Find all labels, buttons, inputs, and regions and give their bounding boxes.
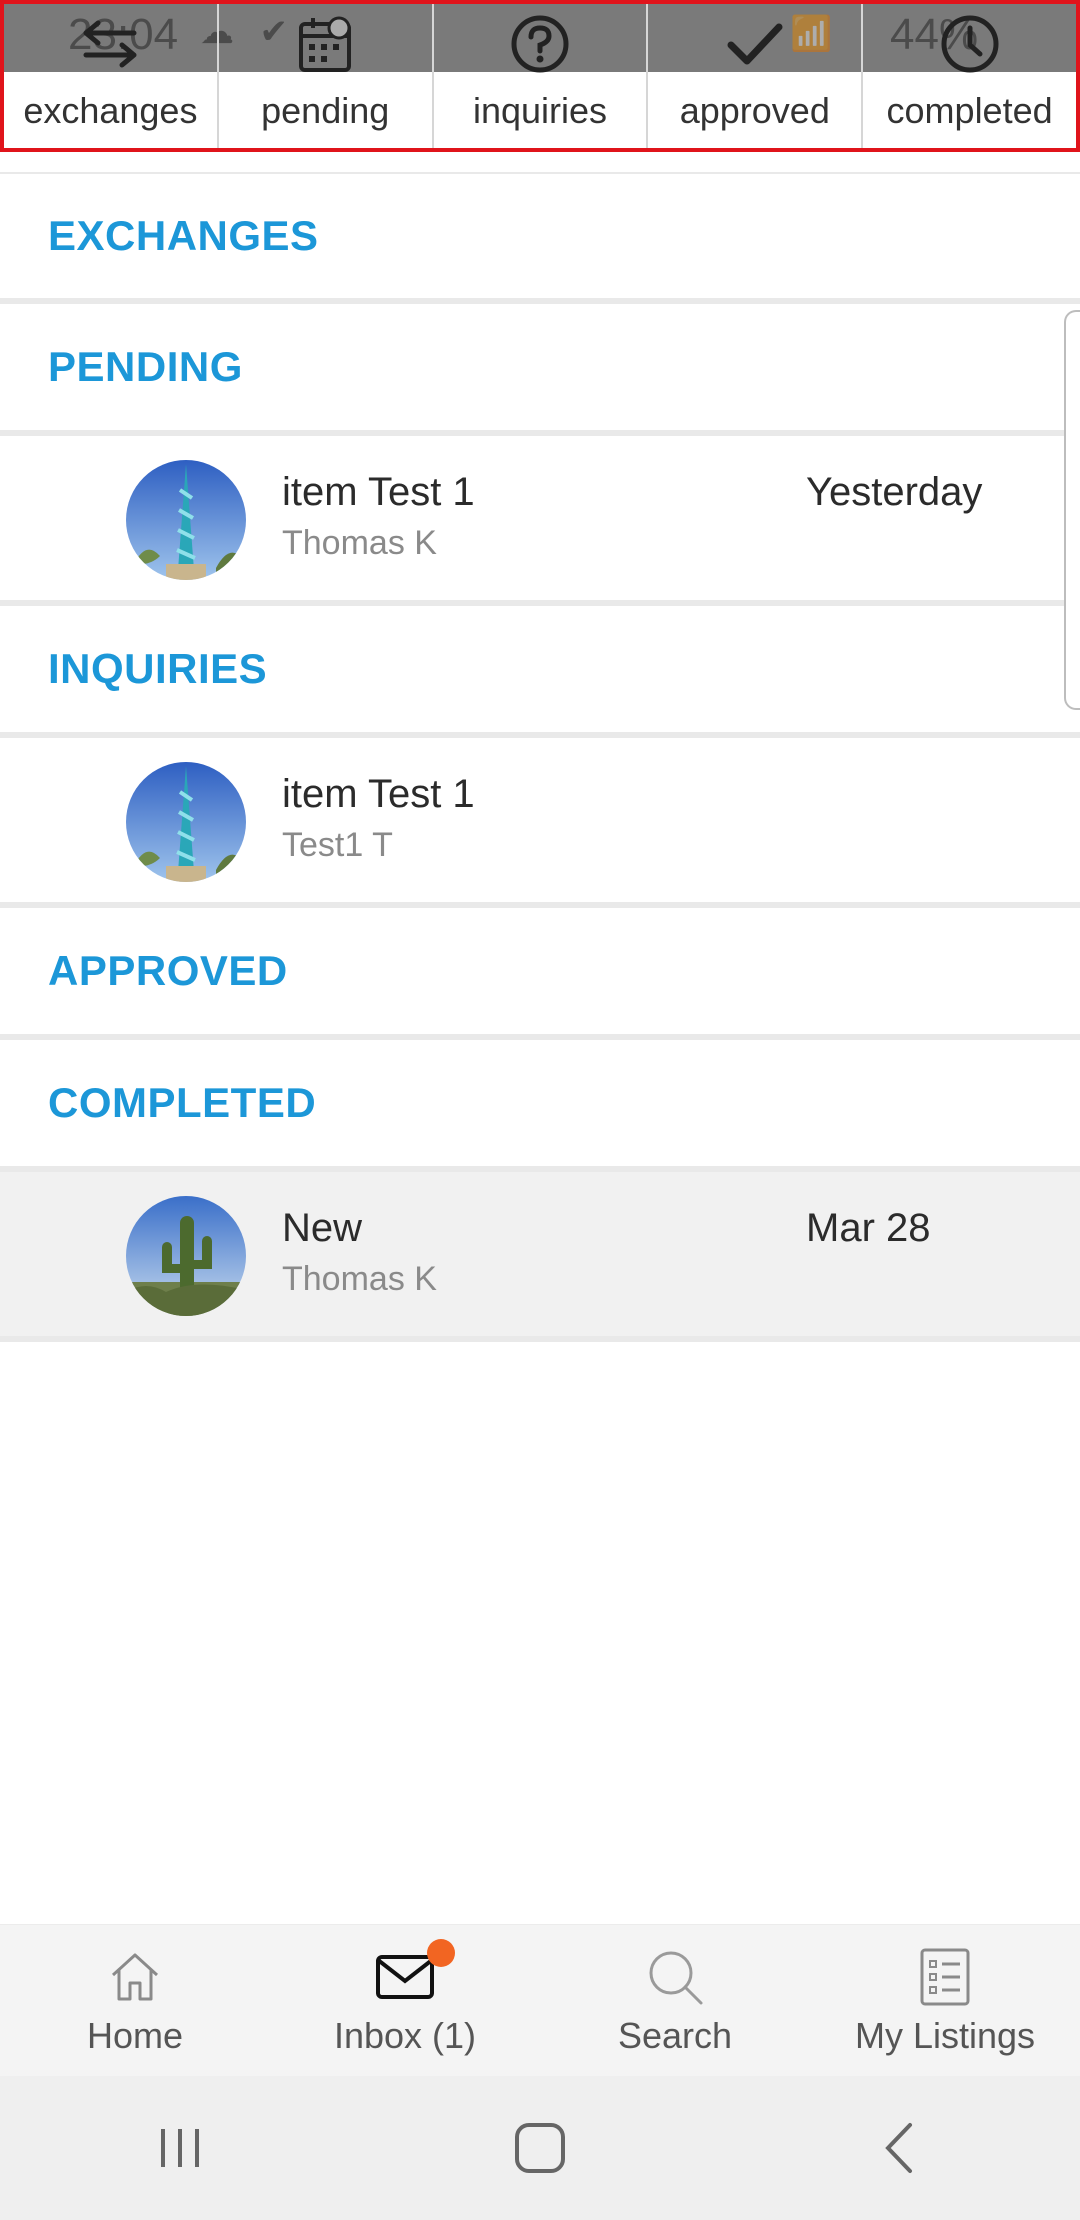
section-header-exchanges[interactable]: EXCHANGES xyxy=(0,172,1080,304)
back-button[interactable] xyxy=(855,2103,945,2193)
item-date: Yesterday xyxy=(806,470,983,514)
inbox-list: EXCHANGES PENDING item Test 1 Thomas K Y… xyxy=(0,172,1080,1342)
section-header-inquiries[interactable]: INQUIRIES xyxy=(0,606,1080,738)
section-header-completed[interactable]: COMPLETED xyxy=(0,1040,1080,1172)
calendar-clock-icon xyxy=(295,14,355,74)
system-navigation-bar xyxy=(0,2076,1080,2220)
home-icon xyxy=(103,1947,167,2007)
recent-apps-button[interactable] xyxy=(135,2103,225,2193)
tab-completed[interactable]: completed xyxy=(863,4,1076,148)
tab-inquiries[interactable]: inquiries xyxy=(434,4,649,148)
item-title: item Test 1 xyxy=(282,772,475,816)
section-header-pending[interactable]: PENDING xyxy=(0,304,1080,436)
category-tab-bar: exchanges pending inquiries approved com… xyxy=(0,0,1080,152)
swap-arrows-icon xyxy=(80,14,140,74)
search-icon xyxy=(643,1947,707,2007)
bottom-navigation: Home Inbox (1) Search My Listings xyxy=(0,1924,1080,2077)
item-subtitle: Thomas K xyxy=(282,1260,437,1298)
tab-label: exchanges xyxy=(23,90,198,131)
section-header-approved[interactable]: APPROVED xyxy=(0,908,1080,1040)
home-button[interactable] xyxy=(495,2103,585,2193)
home-square-icon xyxy=(515,2123,565,2173)
nav-label: Home xyxy=(86,2015,184,2056)
tab-label: approved xyxy=(679,90,830,131)
nav-home[interactable]: Home xyxy=(0,1925,270,2077)
nav-my-listings[interactable]: My Listings xyxy=(810,1925,1080,2077)
item-title: item Test 1 xyxy=(282,470,475,514)
envelope-icon xyxy=(373,1939,455,2007)
list-icon xyxy=(913,1947,977,2007)
nav-label: Inbox (1) xyxy=(333,2015,477,2056)
avatar xyxy=(126,460,246,580)
nav-label: My Listings xyxy=(854,2015,1036,2056)
nav-label: Search xyxy=(617,2015,733,2056)
side-scroll-handle[interactable] xyxy=(1064,310,1080,710)
back-chevron-icon xyxy=(885,2123,912,2173)
question-circle-icon xyxy=(510,14,570,74)
avatar xyxy=(126,762,246,882)
item-subtitle: Thomas K xyxy=(282,524,437,562)
nav-search[interactable]: Search xyxy=(540,1925,810,2077)
tab-exchanges[interactable]: exchanges xyxy=(4,4,219,148)
recent-apps-icon xyxy=(161,2129,199,2167)
list-item[interactable]: item Test 1 Thomas K Yesterday xyxy=(0,436,1080,606)
item-subtitle: Test1 T xyxy=(282,826,393,864)
avatar xyxy=(126,1196,246,1316)
nav-inbox[interactable]: Inbox (1) xyxy=(270,1925,540,2077)
tab-label: inquiries xyxy=(472,90,608,131)
item-date: Mar 28 xyxy=(806,1206,931,1250)
tab-approved[interactable]: approved xyxy=(648,4,864,148)
tab-pending[interactable]: pending xyxy=(219,4,434,148)
unread-badge xyxy=(427,1939,455,1967)
tab-label: pending xyxy=(261,90,390,131)
clock-icon xyxy=(940,14,1000,74)
list-item[interactable]: New Thomas K Mar 28 xyxy=(0,1172,1080,1342)
tab-label: completed xyxy=(886,90,1053,131)
item-title: New xyxy=(282,1206,363,1250)
checkmark-icon xyxy=(725,14,785,74)
list-item[interactable]: item Test 1 Test1 T xyxy=(0,738,1080,908)
